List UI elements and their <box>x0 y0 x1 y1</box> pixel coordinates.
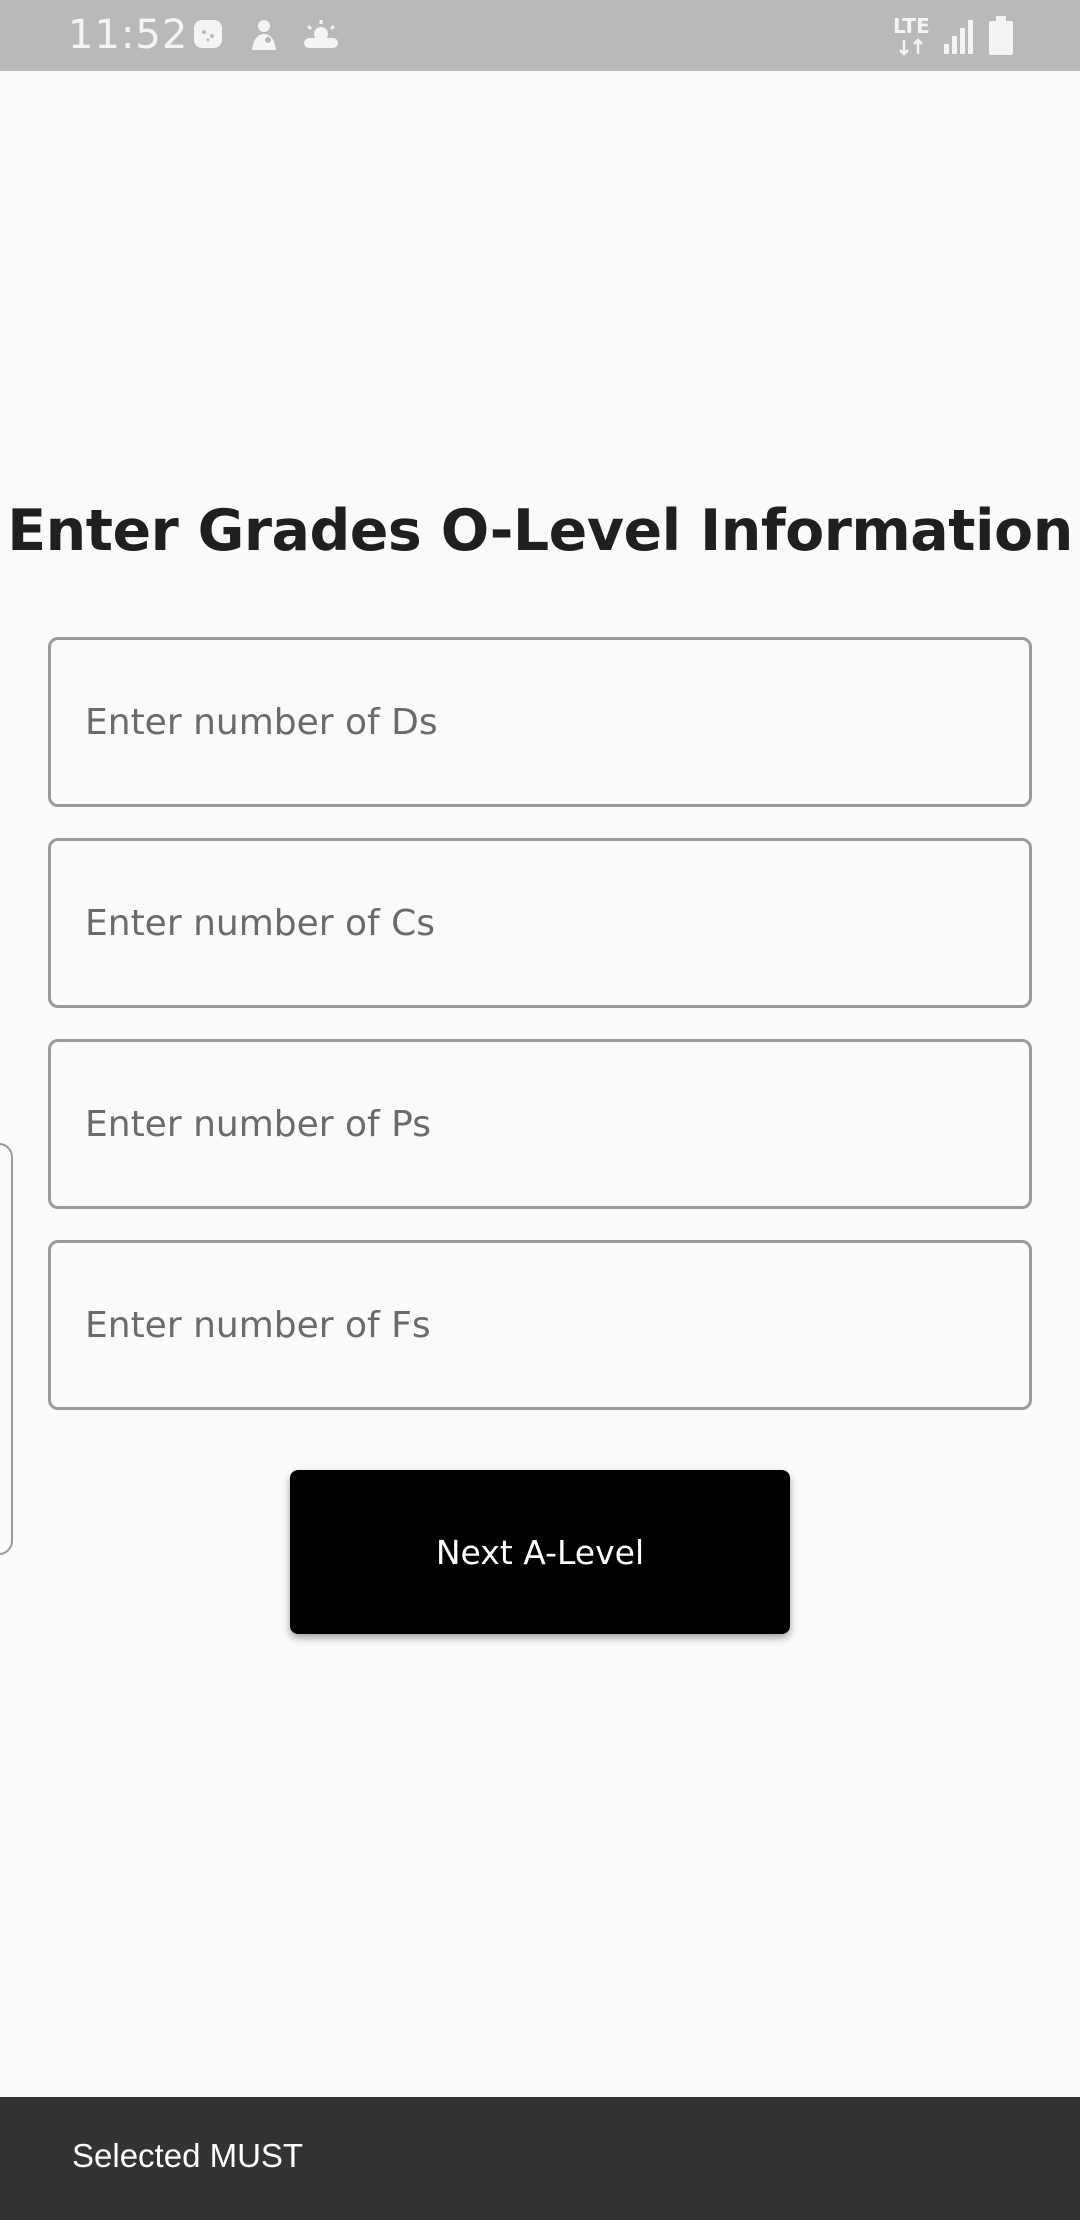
cs-field <box>48 838 1032 1008</box>
next-a-level-button[interactable]: Next A-Level <box>290 1470 790 1634</box>
cs-input[interactable] <box>51 841 1029 1005</box>
ds-input[interactable] <box>51 640 1029 804</box>
screen: 11:52 LTE Enter Grades O-Level Informati… <box>0 0 1080 2220</box>
game-icon <box>192 18 224 55</box>
fs-field <box>48 1240 1032 1410</box>
ps-input[interactable] <box>51 1042 1029 1206</box>
page-title: Enter Grades O-Level Information <box>7 498 1073 564</box>
snackbar-message: Selected MUST <box>72 2137 304 2174</box>
next-a-level-label: Next A-Level <box>435 1532 645 1572</box>
snackbar: Selected MUST <box>0 2097 1080 2220</box>
network-type-label: LTE <box>893 14 930 38</box>
ps-field <box>48 1039 1032 1209</box>
fs-input[interactable] <box>51 1243 1029 1407</box>
signal-icon <box>942 18 976 59</box>
edge-panel-handle[interactable] <box>0 1143 13 1555</box>
data-arrows-icon <box>898 38 926 61</box>
person-icon <box>248 18 280 57</box>
ds-field <box>48 637 1032 807</box>
status-time: 11:52 <box>68 12 189 58</box>
status-bar: 11:52 LTE <box>0 0 1080 71</box>
weather-icon <box>302 18 340 55</box>
battery-icon <box>988 16 1014 61</box>
